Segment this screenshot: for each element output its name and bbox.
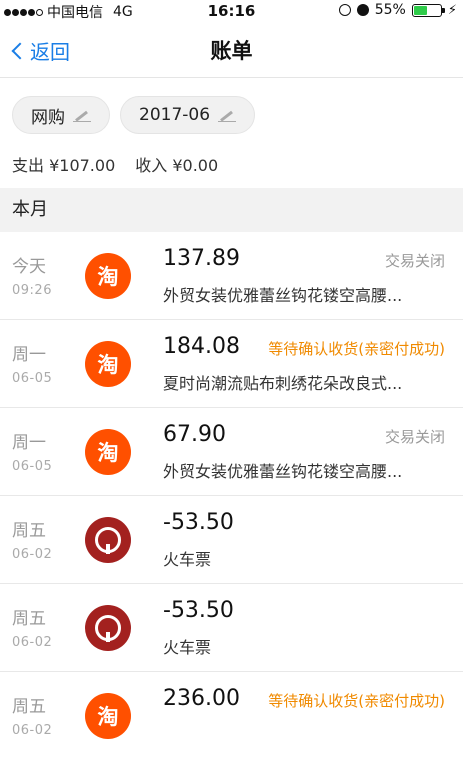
- taobao-icon: 淘: [85, 341, 131, 387]
- transaction-status: 等待确认收货(亲密付成功): [268, 692, 445, 710]
- transaction-row[interactable]: 今天 09:26 淘 137.89 交易关闭外贸女装优雅蕾丝钩花镂空高腰...: [0, 232, 463, 320]
- taobao-icon: 淘: [85, 253, 131, 299]
- transaction-status: 等待确认收货(亲密付成功): [268, 340, 445, 358]
- transaction-time: 06-05: [12, 371, 53, 386]
- category-filter-label: 网购: [31, 107, 65, 128]
- transaction-description: 火车票: [163, 638, 212, 657]
- transaction-description: 夏时尚潮流贴布刺绣花朵改良式...: [163, 374, 403, 393]
- railway-icon: [85, 605, 131, 651]
- transaction-description: 火车票: [163, 550, 212, 569]
- transaction-day: 周五: [12, 609, 46, 629]
- page-title: 账单: [210, 39, 253, 63]
- transaction-amount: 67.90: [163, 422, 226, 447]
- transaction-status: 交易关闭: [384, 428, 445, 446]
- transaction-row[interactable]: 周一 06-05 淘 184.08 等待确认收货(亲密付成功) 夏时尚潮流贴布刺绣花朵改良…: [0, 320, 463, 408]
- transaction-row[interactable]: 周五 06-02 -53.50 火车票: [0, 496, 463, 584]
- rotation-lock-icon: [338, 4, 351, 16]
- transaction-row[interactable]: 周五 06-02 淘 236.00 等待确认收货(亲密付成功): [0, 672, 463, 760]
- transaction-date: 今天 09:26: [12, 252, 52, 298]
- transaction-day: 周五: [12, 521, 46, 541]
- transaction-time: 06-02: [12, 547, 53, 562]
- battery-icon: [411, 3, 445, 17]
- transaction-description: 外贸女装优雅蕾丝钩花镂空高腰...: [163, 286, 403, 305]
- transaction-status: 交易关闭: [384, 252, 445, 270]
- transaction-date: 周一 06-05: [12, 428, 52, 474]
- status-bar: 中国电信 4G 16:16 55% ⚡: [0, 0, 463, 22]
- month-filter-label: 2017-06: [139, 105, 211, 125]
- expense-total: 支出 ¥107.00: [12, 156, 116, 175]
- transaction-time: 06-02: [12, 723, 53, 738]
- nav-bar: 返回 账单: [0, 22, 463, 78]
- transaction-date: 周五 06-02: [12, 516, 52, 562]
- transaction-date: 周五 06-02: [12, 692, 52, 738]
- transaction-amount: 184.08: [163, 334, 240, 359]
- transaction-time: 09:26: [12, 283, 52, 298]
- transaction-time: 06-05: [12, 459, 53, 474]
- transaction-day: 今天: [12, 257, 46, 277]
- transaction-amount: -53.50: [163, 510, 234, 535]
- month-filter[interactable]: 2017-06: [120, 96, 256, 134]
- alarm-icon: [356, 4, 369, 16]
- transaction-list: 今天 09:26 淘 137.89 交易关闭 外贸女装优雅蕾丝钩花镂空高腰... 周一 06-…: [0, 232, 463, 760]
- income-total: 收入 ¥0.00: [135, 156, 219, 175]
- transaction-date: 周一 06-05: [12, 340, 52, 386]
- charging-icon: ⚡: [447, 2, 457, 18]
- transaction-day: 周一: [12, 345, 46, 365]
- transaction-amount: 137.89: [163, 246, 240, 271]
- transaction-amount: -53.50: [163, 598, 234, 623]
- transaction-amount: 236.00: [163, 686, 240, 711]
- transaction-time: 06-02: [12, 635, 53, 650]
- pencil-icon: [73, 108, 91, 122]
- taobao-icon: 淘: [85, 693, 131, 739]
- pencil-icon: [218, 108, 237, 122]
- transaction-day: 周五: [12, 697, 46, 717]
- transaction-description: 外贸女装优雅蕾丝钩花镂空高腰...: [163, 462, 403, 481]
- taobao-icon: 淘: [85, 429, 131, 475]
- status-right: 55% ⚡: [338, 2, 457, 18]
- transaction-row[interactable]: 周一 06-05 淘 67.90 交易关闭外贸女装优雅蕾丝钩花镂空高腰...: [0, 408, 463, 496]
- category-filter[interactable]: 网购: [12, 96, 110, 134]
- filter-bar: 网购 2017-06: [12, 96, 256, 134]
- railway-icon: [85, 517, 131, 563]
- battery-percent: 55%: [374, 2, 406, 18]
- transaction-date: 周五 06-02: [12, 604, 52, 650]
- summary: 支出 ¥107.00 收入 ¥0.00: [12, 152, 218, 176]
- transaction-row[interactable]: 周五 06-02 -53.50 火车票: [0, 584, 463, 672]
- section-header: 本月: [0, 188, 463, 232]
- transaction-day: 周一: [12, 433, 46, 453]
